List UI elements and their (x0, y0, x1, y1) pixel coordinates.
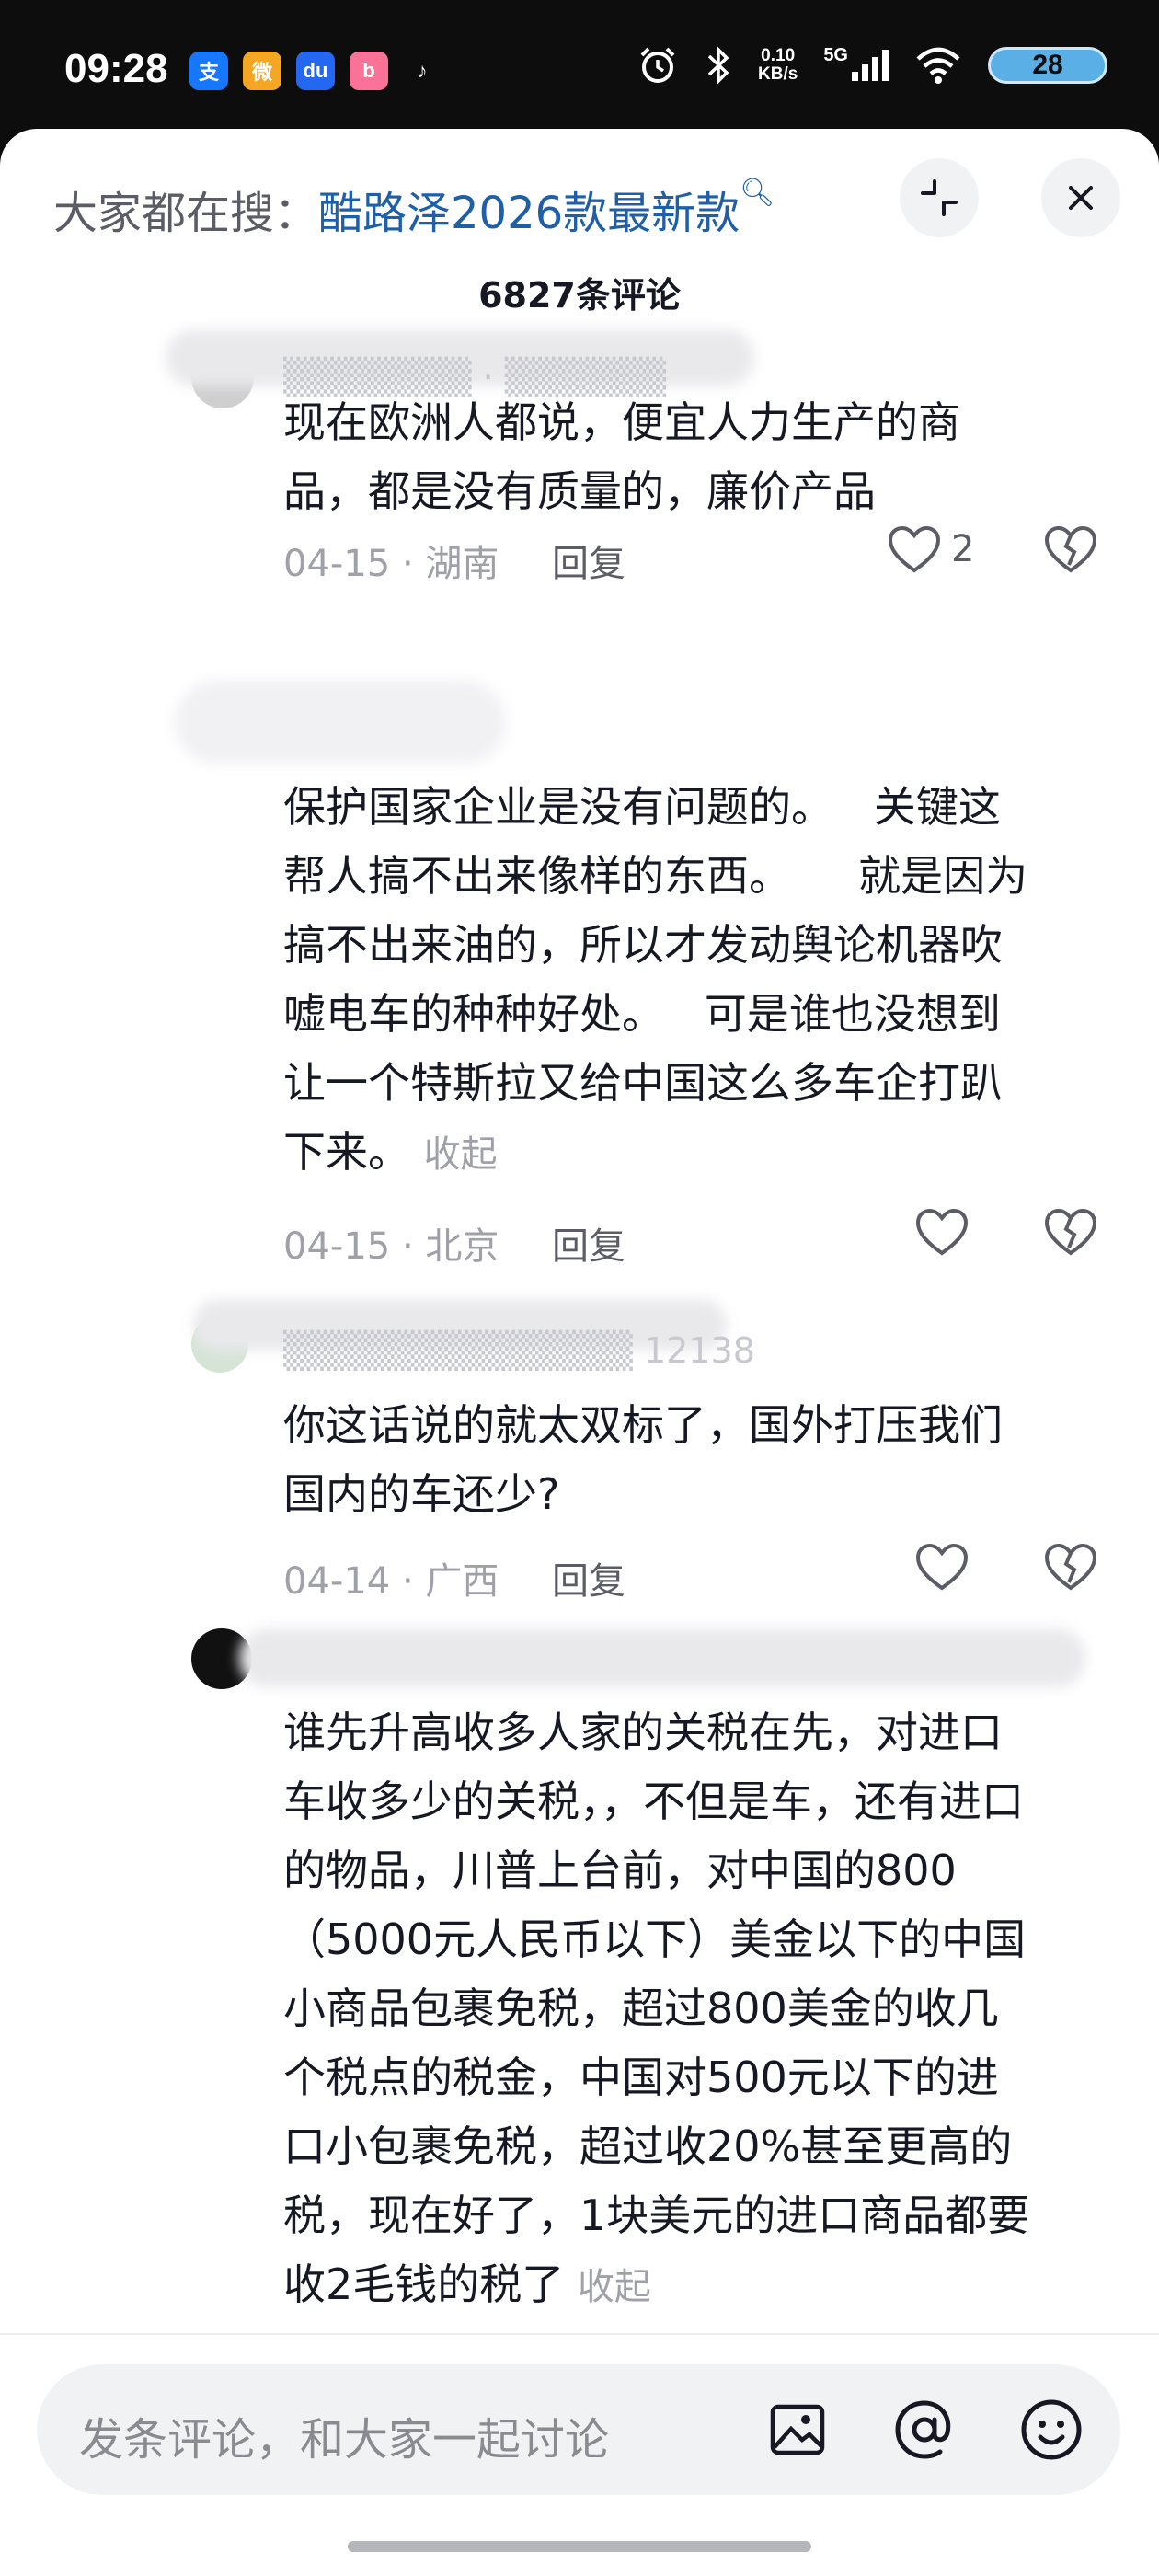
trending-search-term[interactable]: 酷路泽2026款最新款 (318, 188, 740, 239)
weibo-icon: 微 (243, 52, 281, 90)
comment-input-bar[interactable]: 发条评论，和大家一起讨论 (37, 2364, 1120, 2495)
reply-button[interactable]: 回复 (552, 1551, 625, 1604)
emoji-button[interactable] (1017, 2396, 1085, 2464)
close-icon (1069, 186, 1093, 210)
like-button[interactable]: 2 (887, 524, 974, 574)
comment-text: 你这话说的就太双标了，国外打压我们 国内的车还少? (283, 1400, 1003, 1519)
network-speed: 0.10 KB/s (758, 46, 798, 84)
blurred-username (239, 1628, 1085, 1687)
comments-sheet: 大家都在搜：酷路泽2026款最新款🔍︎ 6827条评论 ▒▒▒▒▒▒▒ · ▒▒… (0, 129, 1159, 2576)
username-obscured: ▒▒▒▒▒▒▒▒▒▒▒▒▒ 12138 (283, 1330, 755, 1371)
like-button[interactable] (914, 1542, 970, 1592)
comment-date-location: 04-15 · 北京 (283, 1225, 499, 1268)
douyin-icon: ♪ (403, 52, 442, 90)
close-button[interactable] (1041, 158, 1120, 237)
comment-date-location: 04-15 · 湖南 (283, 543, 499, 585)
bilibili-icon: b (350, 52, 388, 90)
reply-button[interactable]: 回复 (552, 1216, 625, 1270)
search-icon: 🔍︎ (740, 177, 775, 209)
heart-icon (915, 1543, 969, 1591)
home-indicator[interactable] (348, 2541, 811, 2552)
mention-button[interactable] (890, 2396, 958, 2464)
comment-text: 谁先升高收多人家的关税在先，对进口 车收多少的关税，，不但是车，还有进口 的物品… (283, 1708, 1030, 2309)
status-time: 09:28 (64, 46, 168, 91)
battery-indicator: 28 (988, 47, 1107, 84)
comment-input[interactable]: 发条评论，和大家一起讨论 (79, 2403, 609, 2467)
bluetooth-icon (707, 45, 729, 86)
trending-search[interactable]: 大家都在搜：酷路泽2026款最新款🔍︎ (53, 177, 775, 241)
emoji-icon (1021, 2399, 1082, 2460)
comment-date-location: 04-14 · 广西 (283, 1560, 499, 1603)
trending-search-prefix: 大家都在搜： (53, 188, 319, 239)
blurred-user-header (175, 681, 506, 764)
image-button[interactable] (763, 2396, 832, 2464)
reply-button[interactable]: 回复 (552, 534, 625, 587)
status-indicators: 0.10 KB/s 5G 28 (637, 44, 1107, 86)
collapse-arrows-icon (921, 179, 958, 216)
collapse-link[interactable]: 收起 (424, 1133, 498, 1176)
comment-text: 现在欧洲人都说，便宜人力生产的商 品，都是没有质量的，廉价产品 (283, 397, 960, 516)
like-count: 2 (951, 528, 975, 570)
cellular-signal-icon: 5G (823, 45, 889, 81)
broken-heart-icon[interactable] (1043, 1542, 1098, 1592)
collapse-link[interactable]: 收起 (578, 2266, 651, 2308)
baidu-icon: du (296, 52, 335, 90)
image-icon (770, 2404, 825, 2455)
notification-app-icons: 支 微 du b ♪ (189, 52, 442, 90)
broken-heart-icon[interactable] (1043, 1207, 1098, 1257)
at-sign-icon (895, 2400, 951, 2459)
alarm-icon (640, 47, 675, 83)
input-divider (0, 2333, 1159, 2335)
wifi-icon (916, 47, 960, 84)
alipay-icon: 支 (189, 52, 228, 90)
status-bar: 09:28 支 微 du b ♪ 0.10 KB/s 5G 28 (0, 0, 1159, 138)
comment-count: 6827条评论 (478, 275, 681, 316)
like-button[interactable] (914, 1207, 970, 1257)
comment-text: 保护国家企业是没有问题的。 关键这 帮人搞不出来像样的东西。 就是因为 搞不出来… (283, 782, 1028, 1177)
heart-icon (915, 1208, 969, 1256)
minimize-button[interactable] (900, 158, 979, 237)
heart-icon (888, 525, 941, 573)
broken-heart-icon[interactable] (1043, 524, 1098, 574)
